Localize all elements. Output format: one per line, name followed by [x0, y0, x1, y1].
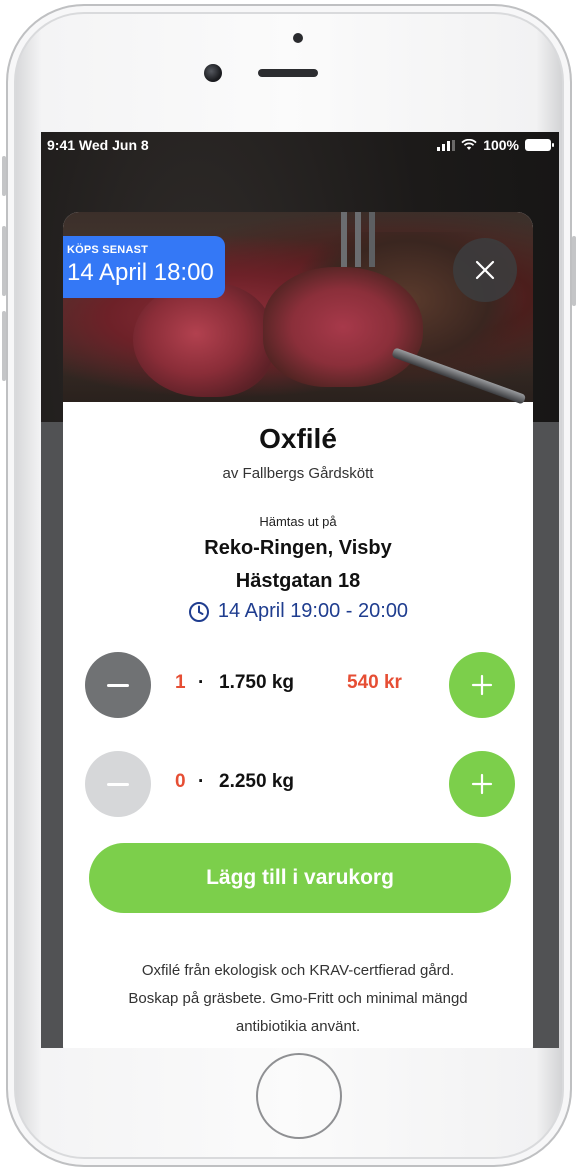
deadline-value: 14 April 18:00: [67, 259, 214, 286]
battery-icon: [525, 139, 554, 151]
minus-icon: [107, 683, 129, 687]
pickup-label: Hämtas ut på: [259, 514, 337, 529]
close-icon: [475, 260, 495, 280]
signal-icon: [437, 139, 456, 151]
earpiece-speaker: [258, 69, 318, 77]
image-detail: [341, 212, 347, 267]
wifi-icon: [461, 139, 477, 150]
pickup-time-text: 14 April 19:00 - 20:00: [217, 600, 409, 622]
description-line: Boskap på gräsbete. Gmo-Fritt och minima…: [128, 990, 468, 1007]
plus-icon: [471, 773, 493, 795]
option-quantity: 0: [175, 771, 186, 792]
deadline-badge: KÖPS SENAST 14 April 18:00: [63, 236, 225, 298]
option-weight: 2.250 kg: [219, 771, 294, 792]
deadline-label: KÖPS SENAST: [67, 244, 149, 256]
plus-icon: [471, 674, 493, 696]
image-detail: [133, 282, 273, 397]
product-modal: KÖPS SENAST 14 April 18:00 Oxfilé av Fal…: [63, 212, 533, 1048]
proximity-sensor: [293, 33, 303, 43]
status-indicators: 100%: [437, 137, 554, 153]
clock-icon: [188, 601, 209, 622]
pickup-time: 14 April 19:00 - 20:00: [63, 600, 533, 623]
status-bar: 9:41 Wed Jun 8 100%: [41, 132, 559, 158]
product-description: Oxfilé från ekologisk och KRAV-certfiera…: [81, 957, 515, 1041]
volume-down-button: [2, 311, 6, 381]
image-detail: [263, 267, 423, 387]
option-weight: 1.750 kg: [219, 672, 294, 693]
option-separator: ·: [198, 672, 205, 693]
volume-up-button: [2, 226, 6, 296]
increase-button[interactable]: [449, 652, 515, 718]
producer-name: av Fallbergs Gårdskött: [222, 465, 374, 482]
description-line: Oxfilé från ekologisk och KRAV-certfiera…: [141, 962, 455, 979]
option-row: 0 · 2.250 kg: [85, 751, 515, 817]
silent-switch: [2, 156, 6, 196]
status-date: Wed Jun 8: [78, 137, 149, 153]
status-time: 9:41 Wed Jun 8: [47, 137, 149, 153]
battery-percent: 100%: [483, 137, 519, 153]
option-separator: ·: [198, 771, 205, 792]
status-clock: 9:41: [47, 137, 76, 153]
product-title: Oxfilé: [259, 423, 337, 454]
option-row: 1 · 1.750 kg 540 kr: [85, 652, 515, 718]
increase-button[interactable]: [449, 751, 515, 817]
description-line: antibiotikia använt.: [235, 1018, 361, 1035]
app-screen: 9:41 Wed Jun 8 100% KÖPS SENAST 14 April…: [41, 132, 559, 1048]
option-quantity: 1: [175, 672, 186, 693]
pickup-street: Hästgatan 18: [235, 570, 361, 592]
front-camera: [204, 64, 222, 82]
minus-icon: [107, 782, 129, 786]
decrease-button[interactable]: [85, 652, 151, 718]
pickup-place: Reko-Ringen, Visby: [204, 537, 392, 559]
power-button: [572, 236, 576, 306]
home-button[interactable]: [256, 1053, 342, 1139]
close-button[interactable]: [453, 238, 517, 302]
add-to-cart-button[interactable]: Lägg till i varukorg: [89, 843, 511, 913]
decrease-button[interactable]: [85, 751, 151, 817]
option-price: 540 kr: [347, 672, 402, 693]
